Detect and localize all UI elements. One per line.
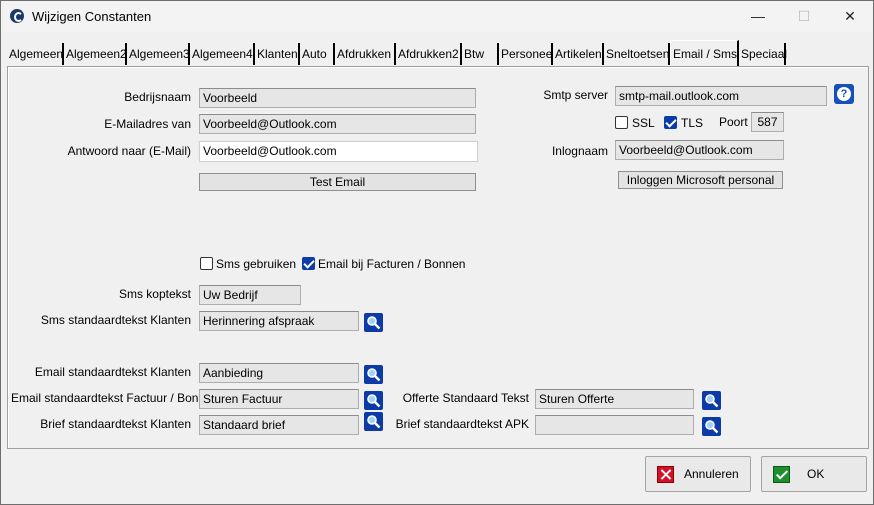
maximize-button[interactable]: ☐: [781, 1, 827, 32]
email-std-klanten-field[interactable]: Aanbieding: [199, 363, 359, 383]
tab-algemeen2[interactable]: Algemeen2: [64, 43, 127, 65]
help-icon[interactable]: ?: [834, 84, 854, 104]
annuleren-label: Annuleren: [684, 467, 739, 481]
close-button[interactable]: ✕: [827, 1, 873, 32]
tab-btw[interactable]: Btw: [462, 43, 499, 65]
email-std-factuur-label: Email standaardtekst Factuur / Bon: [11, 391, 199, 405]
app-logo-icon: [10, 9, 24, 23]
email-std-klanten-label: Email standaardtekst Klanten: [34, 365, 191, 379]
brief-std-apk-label: Brief standaardtekst APK: [395, 417, 529, 431]
tab-algemeen4[interactable]: Algemeen4: [190, 43, 255, 65]
inlognaam-label: Inlognaam: [551, 144, 608, 158]
emailadres-label: E-Mailadres van: [104, 117, 191, 131]
tab-speciaal[interactable]: Speciaal: [739, 43, 787, 65]
search-icon[interactable]: [702, 391, 721, 410]
ssl-label: SSL: [632, 116, 655, 130]
cancel-icon: [657, 466, 674, 483]
ssl-checkbox[interactable]: [615, 116, 628, 129]
ok-label: OK: [807, 467, 825, 481]
sms-gebruiken-checkbox[interactable]: [200, 257, 213, 270]
inloggen-microsoft-button[interactable]: Inloggen Microsoft personal: [618, 171, 783, 189]
test-email-button[interactable]: Test Email: [199, 173, 476, 191]
email-facturen-label: Email bij Facturen / Bonnen: [318, 257, 466, 271]
minimize-button[interactable]: —: [735, 1, 781, 32]
email-std-factuur-field[interactable]: Sturen Factuur: [199, 389, 359, 409]
sms-gebruiken-label: Sms gebruiken: [216, 257, 297, 271]
annuleren-button[interactable]: Annuleren: [645, 456, 751, 492]
emailadres-field[interactable]: Voorbeeld@Outlook.com: [199, 114, 476, 134]
tab-afdrukken2[interactable]: Afdrukken2: [396, 43, 462, 65]
sms-std-klanten-field[interactable]: Herinnering afspraak: [199, 311, 359, 331]
tab-klanten[interactable]: Klanten: [255, 43, 300, 65]
sms-koptekst-label: Sms koptekst: [118, 287, 191, 301]
brief-std-klanten-field[interactable]: Standaard brief: [199, 415, 359, 435]
inlognaam-field[interactable]: Voorbeeld@Outlook.com: [615, 140, 784, 160]
poort-label: Poort: [719, 115, 748, 129]
tab-email-sms[interactable]: Email / Sms: [670, 40, 739, 66]
tab-algemeen[interactable]: Algemeen: [7, 43, 64, 65]
offerte-std-label: Offerte Standaard Tekst: [402, 391, 529, 405]
sms-std-klanten-label: Sms standaardtekst Klanten: [40, 313, 191, 327]
check-icon: [773, 466, 790, 483]
bedrijfsnaam-field[interactable]: Voorbeeld: [199, 88, 476, 108]
tab-auto[interactable]: Auto: [300, 43, 335, 65]
poort-field[interactable]: 587: [751, 112, 784, 132]
brief-std-klanten-label: Brief standaardtekst Klanten: [40, 417, 191, 431]
tls-label: TLS: [681, 116, 704, 130]
tab-afdrukken[interactable]: Afdrukken: [335, 43, 396, 65]
brief-std-apk-field[interactable]: [535, 415, 694, 435]
search-icon[interactable]: [364, 365, 383, 384]
antwoord-label: Antwoord naar (E-Mail): [67, 144, 191, 158]
tls-checkbox[interactable]: [664, 116, 677, 129]
tab-artikelen[interactable]: Artikelen: [553, 43, 604, 65]
dialog-window: Wijzigen Constanten — ☐ ✕ Algemeen Algem…: [0, 0, 874, 505]
sms-koptekst-field[interactable]: Uw Bedrijf: [199, 285, 301, 305]
bedrijfsnaam-label: Bedrijsnaam: [124, 90, 191, 104]
button-bar: Annuleren OK: [7, 449, 869, 500]
ok-button[interactable]: OK: [761, 456, 867, 492]
window-title: Wijzigen Constanten: [32, 9, 152, 24]
smtp-field[interactable]: smtp-mail.outlook.com: [615, 86, 827, 106]
title-bar: Wijzigen Constanten — ☐ ✕: [1, 1, 873, 32]
tab-sneltoetsen[interactable]: Sneltoetsen: [604, 43, 670, 65]
smtp-label: Smtp server: [543, 88, 608, 102]
tab-personeel[interactable]: Personeel: [499, 43, 555, 65]
offerte-std-field[interactable]: Sturen Offerte: [535, 389, 694, 409]
antwoord-field[interactable]: Voorbeeld@Outlook.com: [199, 141, 478, 162]
tab-algemeen3[interactable]: Algemeen3: [127, 43, 190, 65]
search-icon[interactable]: [702, 417, 721, 436]
email-facturen-checkbox[interactable]: [302, 257, 315, 270]
search-icon[interactable]: [364, 313, 383, 332]
